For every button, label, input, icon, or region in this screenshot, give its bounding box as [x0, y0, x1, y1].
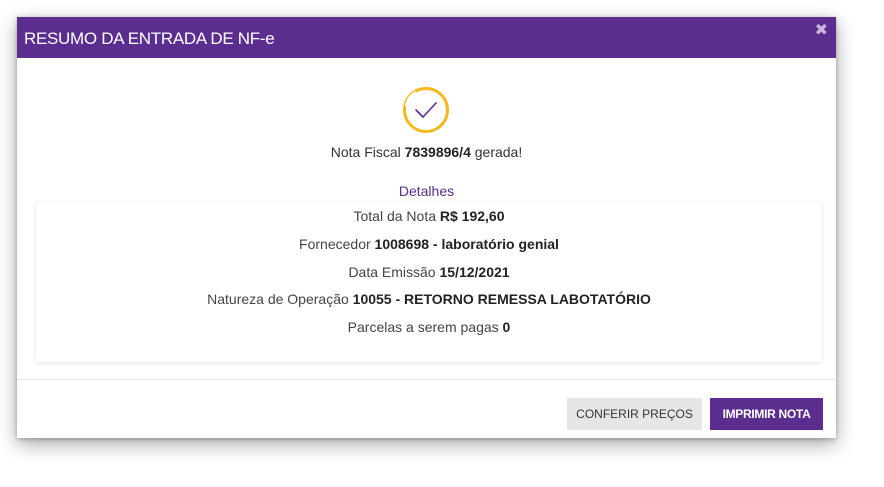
detail-label: Natureza de Operação — [207, 291, 349, 307]
modal-title: RESUMO DA ENTRADA DE NF-e — [24, 28, 275, 48]
nfe-summary-modal: RESUMO DA ENTRADA DE NF-e ✖ Nota Fiscal … — [17, 17, 836, 438]
generation-suffix: gerada! — [474, 144, 523, 160]
details-title: Detalhes — [398, 183, 455, 199]
check-prices-button[interactable]: CONFERIR PREÇOS — [567, 398, 702, 430]
modal-header: RESUMO DA ENTRADA DE NF-e ✖ — [17, 17, 836, 58]
detail-value: 0 — [502, 319, 511, 335]
detail-value: 10055 - RETORNO REMESSA LABOTATÓRIO — [352, 291, 651, 307]
generation-prefix: Nota Fiscal — [330, 144, 401, 160]
details-card: Total da Nota R$ 192,60 Fornecedor 10086… — [36, 202, 822, 362]
detail-row-installments: Parcelas a serem pagas 0 — [36, 319, 822, 335]
invoice-number: 7839896/4 — [404, 144, 471, 160]
modal-footer: CONFERIR PREÇOS IMPRIMIR NOTA — [17, 380, 836, 438]
check-circle-icon — [403, 87, 449, 133]
detail-row-total: Total da Nota R$ 192,60 — [36, 208, 822, 224]
detail-row-operation-nature: Natureza de Operação 10055 - RETORNO REM… — [36, 291, 822, 307]
modal-body: Nota Fiscal 7839896/4 gerada! Detalhes T… — [17, 58, 836, 380]
detail-value: 1008698 - laboratório genial — [374, 236, 559, 252]
close-icon[interactable]: ✖ — [815, 23, 828, 39]
detail-label: Total da Nota — [353, 208, 437, 224]
detail-label: Parcelas a serem pagas — [347, 319, 499, 335]
detail-value: R$ 192,60 — [439, 208, 505, 224]
generation-message: Nota Fiscal 7839896/4 gerada! — [17, 144, 836, 160]
detail-row-issue-date: Data Emissão 15/12/2021 — [36, 264, 822, 280]
detail-row-supplier: Fornecedor 1008698 - laboratório genial — [36, 236, 822, 252]
detail-label: Fornecedor — [299, 236, 371, 252]
detail-value: 15/12/2021 — [439, 264, 510, 280]
detail-label: Data Emissão — [348, 264, 436, 280]
print-invoice-button[interactable]: IMPRIMIR NOTA — [710, 398, 823, 430]
